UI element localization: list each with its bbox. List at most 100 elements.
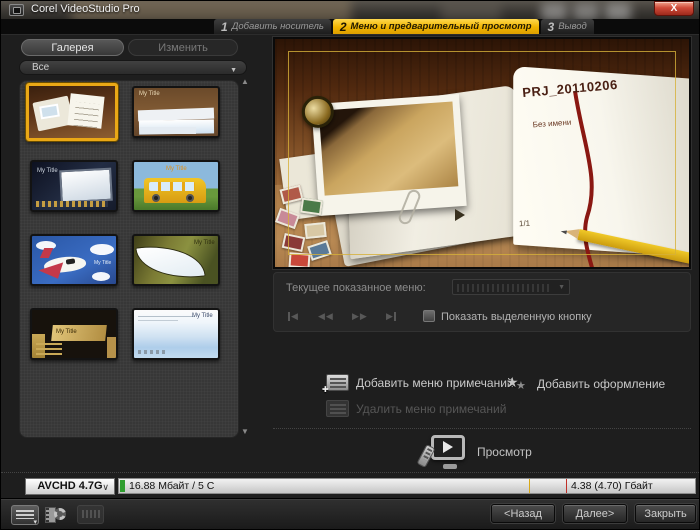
divider [1, 472, 699, 473]
skip-end-icon[interactable]: ▶ [386, 311, 396, 322]
divider [273, 428, 691, 429]
step-number: 3 [547, 19, 555, 34]
bus-windows [149, 182, 195, 191]
menu-preview[interactable]: PRJ_20110206 Без имени 1/1 [273, 37, 691, 269]
marquee-lights [36, 201, 108, 207]
gold-panel [107, 337, 116, 358]
menu-controls-panel: Текущее показанное меню: ▼ ◀ ◀ ◀ ▶ ▶ ▶ Пок… [273, 272, 691, 332]
disc-space-bar: 16.88 Мбайт / 5 С 4.38 (4.70) Гбайт [118, 478, 696, 494]
preview-button[interactable]: Просмотр [416, 435, 532, 469]
tab-add-media[interactable]: 1 Добавить носитель [214, 19, 331, 34]
thumb-title: My Title [94, 260, 112, 266]
thumbnail-gold-panels[interactable]: My Title [30, 308, 118, 360]
template-filter-dropdown[interactable]: Все ▼ [19, 60, 247, 75]
thumb-title: My Title [56, 329, 77, 335]
step-label: Добавить носитель [231, 21, 324, 32]
filter-value: Все [32, 62, 50, 73]
title-bar: Corel VideoStudio Pro [1, 1, 699, 19]
thumbnail-school-bus[interactable]: My Title [132, 160, 220, 212]
aero-blur [605, 3, 631, 19]
tab-gallery[interactable]: Галерея [21, 39, 124, 56]
add-menu-icon: ✚ [322, 374, 349, 394]
aero-blur [441, 1, 501, 19]
menu-scene: PRJ_20110206 Без имени 1/1 [275, 39, 689, 267]
step-tab-bar: 1 Добавить носитель 2 Меню и предварител… [1, 19, 699, 35]
thumbnail-paper-scrapbook[interactable]: My Title [132, 86, 220, 138]
used-space-label: 16.88 Мбайт / 5 С [129, 480, 215, 492]
leaf-shape [135, 240, 206, 284]
thumbnail-sky-frame[interactable]: My Title [132, 308, 220, 360]
step-label: Меню и предварительный просмотр [350, 21, 532, 32]
current-menu-label: Текущее показанное меню: [286, 282, 426, 294]
aero-blur [573, 3, 599, 19]
thumbnail-cartoon-airplane[interactable]: My Title [30, 234, 118, 286]
gold-list [36, 343, 62, 358]
scroll-up-icon[interactable]: ▲ [241, 77, 249, 86]
add-decoration-label: Добавить оформление [537, 376, 666, 391]
tab-output[interactable]: 3 Вывод [540, 19, 594, 34]
skip-start-icon[interactable]: ◀ [288, 311, 298, 322]
fast-forward-icon[interactable]: ▶ ▶ [352, 311, 367, 322]
tv-preview-icon [416, 435, 467, 469]
disc-format-value: AVCHD 4.7G [37, 480, 103, 492]
thumbnail-leaf[interactable]: My Title [132, 234, 220, 286]
window-title: Corel VideoStudio Pro [31, 3, 140, 15]
step-number: 1 [221, 19, 228, 34]
used-space-segment [120, 480, 125, 492]
capacity-marker-red [566, 479, 567, 493]
thumb-title: My Title [166, 166, 187, 172]
back-button[interactable]: <Назад [491, 504, 555, 523]
chevron-down-icon: ▼ [230, 67, 237, 74]
paper-sheet [140, 127, 196, 134]
scroll-down-icon[interactable]: ▼ [241, 427, 249, 436]
remove-note-menu-button[interactable]: Удалить меню примечаний [326, 400, 506, 417]
step-label: Вывод [558, 21, 587, 32]
plane-wing [38, 262, 68, 284]
thumb-title: My Title [139, 91, 160, 97]
thumbnail-travel-book[interactable] [26, 83, 118, 141]
disc-format-dropdown[interactable]: AVCHD 4.7G ∨ [25, 478, 115, 495]
gear-icon [54, 508, 66, 520]
rewind-icon[interactable]: ◀ ◀ [318, 311, 333, 322]
capacity-label: 4.38 (4.70) Гбайт [571, 480, 653, 492]
preview-label: Просмотр [477, 445, 532, 459]
bus-wheel [186, 194, 194, 202]
add-decoration-button[interactable]: ★ ★ Добавить оформление [506, 374, 665, 393]
current-menu-dropdown[interactable]: ▼ [452, 279, 570, 295]
dots-strip [138, 350, 168, 354]
chevron-down-icon: ▼ [558, 284, 565, 291]
aero-blur [541, 3, 567, 19]
template-gallery: My Title My Title My Title My Title My T… [19, 80, 239, 438]
thumbnail-night-billboard[interactable]: My Title [30, 160, 118, 212]
tab-menu-preview[interactable]: 2 Меню и предварительный просмотр [332, 19, 539, 34]
dropdown-value [457, 284, 551, 292]
cloud [90, 244, 114, 255]
decoration-icon: ★ ★ [506, 374, 526, 392]
bus-wheel [152, 194, 160, 202]
next-button[interactable]: Далее> [563, 504, 627, 523]
capture-icon [77, 505, 104, 524]
app-icon [9, 4, 24, 16]
thumb-title: My Title [194, 240, 215, 246]
show-button-icon[interactable] [423, 310, 435, 322]
capacity-marker-yellow [529, 479, 530, 493]
rule-line [138, 320, 178, 321]
show-highlighted-button-label[interactable]: Показать выделенную кнопку [441, 311, 592, 323]
close-dialog-button[interactable]: Закрыть [635, 504, 696, 523]
tab-edit[interactable]: Изменить [128, 39, 238, 56]
cloud [92, 272, 110, 281]
play-icon [443, 441, 453, 453]
project-settings-icon[interactable] [45, 505, 71, 525]
remove-menu-icon [326, 400, 349, 417]
book-page [67, 93, 105, 129]
app-window: Corel VideoStudio Pro X 1 Добавить носит… [0, 0, 700, 530]
small-arrow-icon: ▾ [33, 519, 37, 526]
combo-arrow-icon: ∨ [102, 482, 109, 492]
add-note-menu-button[interactable]: ✚ Добавить меню примечаний [322, 374, 514, 394]
step-number: 2 [339, 19, 347, 34]
thumb-title: My Title [37, 168, 58, 174]
close-button[interactable]: X [654, 1, 694, 16]
rule-line [138, 316, 194, 317]
safe-area-border [288, 51, 676, 255]
settings-menu-icon[interactable]: ▾ [11, 505, 39, 526]
